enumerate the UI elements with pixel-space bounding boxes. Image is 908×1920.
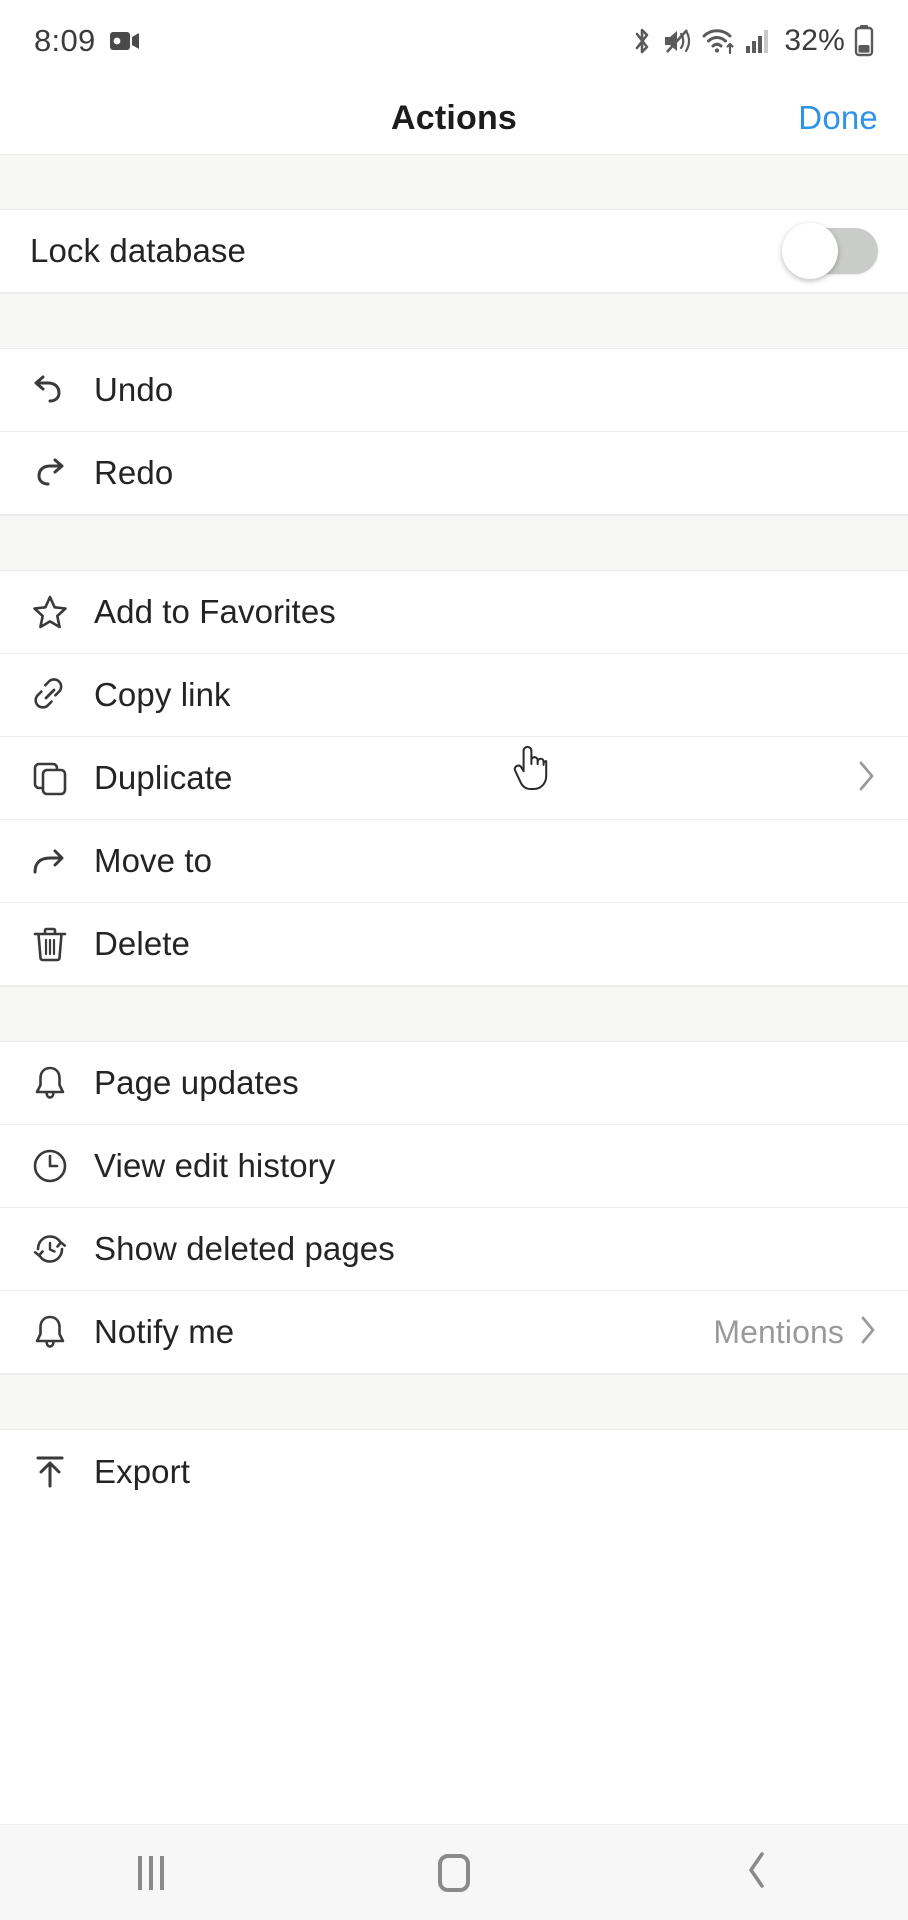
actions-list: Lock database Undo Redo Add to Favorites… xyxy=(0,154,908,1824)
notify-me-value: Mentions xyxy=(713,1313,844,1350)
row-label-show-deleted-pages: Show deleted pages xyxy=(94,1230,395,1267)
row-label-lock-database: Lock database xyxy=(30,232,246,269)
row-duplicate[interactable]: Duplicate xyxy=(0,737,908,820)
wifi-icon xyxy=(702,27,736,55)
home-icon xyxy=(437,1853,470,1892)
row-label-duplicate: Duplicate xyxy=(94,759,233,796)
signal-icon xyxy=(745,27,771,55)
row-lock-database[interactable]: Lock database xyxy=(0,210,908,293)
section-divider xyxy=(0,1374,908,1430)
done-button[interactable]: Done xyxy=(798,99,878,137)
row-add-to-favorites[interactable]: Add to Favorites xyxy=(0,571,908,654)
link-icon xyxy=(30,675,82,715)
home-button[interactable] xyxy=(379,1825,529,1920)
row-label-export: Export xyxy=(94,1452,190,1490)
row-redo[interactable]: Redo xyxy=(0,432,908,515)
title-bar: Actions Done xyxy=(0,82,908,154)
chevron-right-icon[interactable] xyxy=(858,1313,878,1352)
clock-icon xyxy=(30,1146,82,1186)
back-button[interactable] xyxy=(682,1825,832,1920)
row-label-undo: Undo xyxy=(94,371,174,408)
row-page-updates[interactable]: Page updates xyxy=(0,1042,908,1125)
row-notify-me[interactable]: Notify me Mentions xyxy=(0,1291,908,1374)
battery-percent: 32% xyxy=(784,24,845,57)
phone-screen: 8:09 32% Actions Done Lock database Undo… xyxy=(0,0,908,1920)
battery-icon xyxy=(854,25,874,57)
row-export[interactable]: Export xyxy=(0,1430,908,1513)
row-copy-link[interactable]: Copy link xyxy=(0,654,908,737)
section-divider xyxy=(0,293,908,349)
row-view-edit-history[interactable]: View edit history xyxy=(0,1125,908,1208)
row-label-add-to-favorites: Add to Favorites xyxy=(94,593,336,630)
export-icon xyxy=(30,1452,82,1492)
bluetooth-icon xyxy=(630,26,654,56)
section-divider xyxy=(0,154,908,210)
section-divider xyxy=(0,986,908,1042)
bell-icon xyxy=(30,1063,82,1103)
redo-icon xyxy=(30,454,82,492)
row-label-copy-link: Copy link xyxy=(94,676,231,713)
recents-icon xyxy=(138,1855,165,1890)
toggle-knob xyxy=(782,223,838,279)
restore-icon xyxy=(30,1229,82,1269)
row-undo[interactable]: Undo xyxy=(0,349,908,432)
star-icon xyxy=(30,592,82,632)
row-show-deleted-pages[interactable]: Show deleted pages xyxy=(0,1208,908,1291)
back-icon xyxy=(744,1849,770,1896)
row-right-notify-me: Mentions xyxy=(713,1313,878,1352)
row-label-redo: Redo xyxy=(94,454,174,491)
row-right-lock-database xyxy=(782,223,878,279)
row-move-to[interactable]: Move to xyxy=(0,820,908,903)
row-label-view-edit-history: View edit history xyxy=(94,1147,336,1184)
row-label-page-updates: Page updates xyxy=(94,1064,299,1101)
recents-button[interactable] xyxy=(76,1825,226,1920)
status-bar: 8:09 32% xyxy=(0,0,908,82)
page-title: Actions xyxy=(390,98,518,137)
chevron-right-icon[interactable] xyxy=(856,758,878,799)
trash-icon xyxy=(30,924,82,964)
row-label-move-to: Move to xyxy=(94,842,213,879)
status-bar-right: 32% xyxy=(630,24,874,58)
move-to-icon xyxy=(30,842,82,880)
row-label-delete: Delete xyxy=(94,925,190,962)
section-divider xyxy=(0,515,908,571)
undo-icon xyxy=(30,371,82,409)
row-right-duplicate xyxy=(856,758,878,799)
mouse-cursor-icon xyxy=(508,743,554,803)
row-label-notify-me: Notify me xyxy=(94,1313,235,1350)
status-time: 8:09 xyxy=(34,23,96,58)
android-nav-bar xyxy=(0,1824,908,1920)
bell-icon xyxy=(30,1312,82,1352)
lock-database-toggle[interactable] xyxy=(782,223,878,279)
row-delete[interactable]: Delete xyxy=(0,903,908,986)
status-bar-left: 8:09 xyxy=(34,23,140,59)
mute-icon xyxy=(663,27,693,55)
duplicate-icon xyxy=(30,758,82,798)
screen-record-icon xyxy=(109,30,140,52)
